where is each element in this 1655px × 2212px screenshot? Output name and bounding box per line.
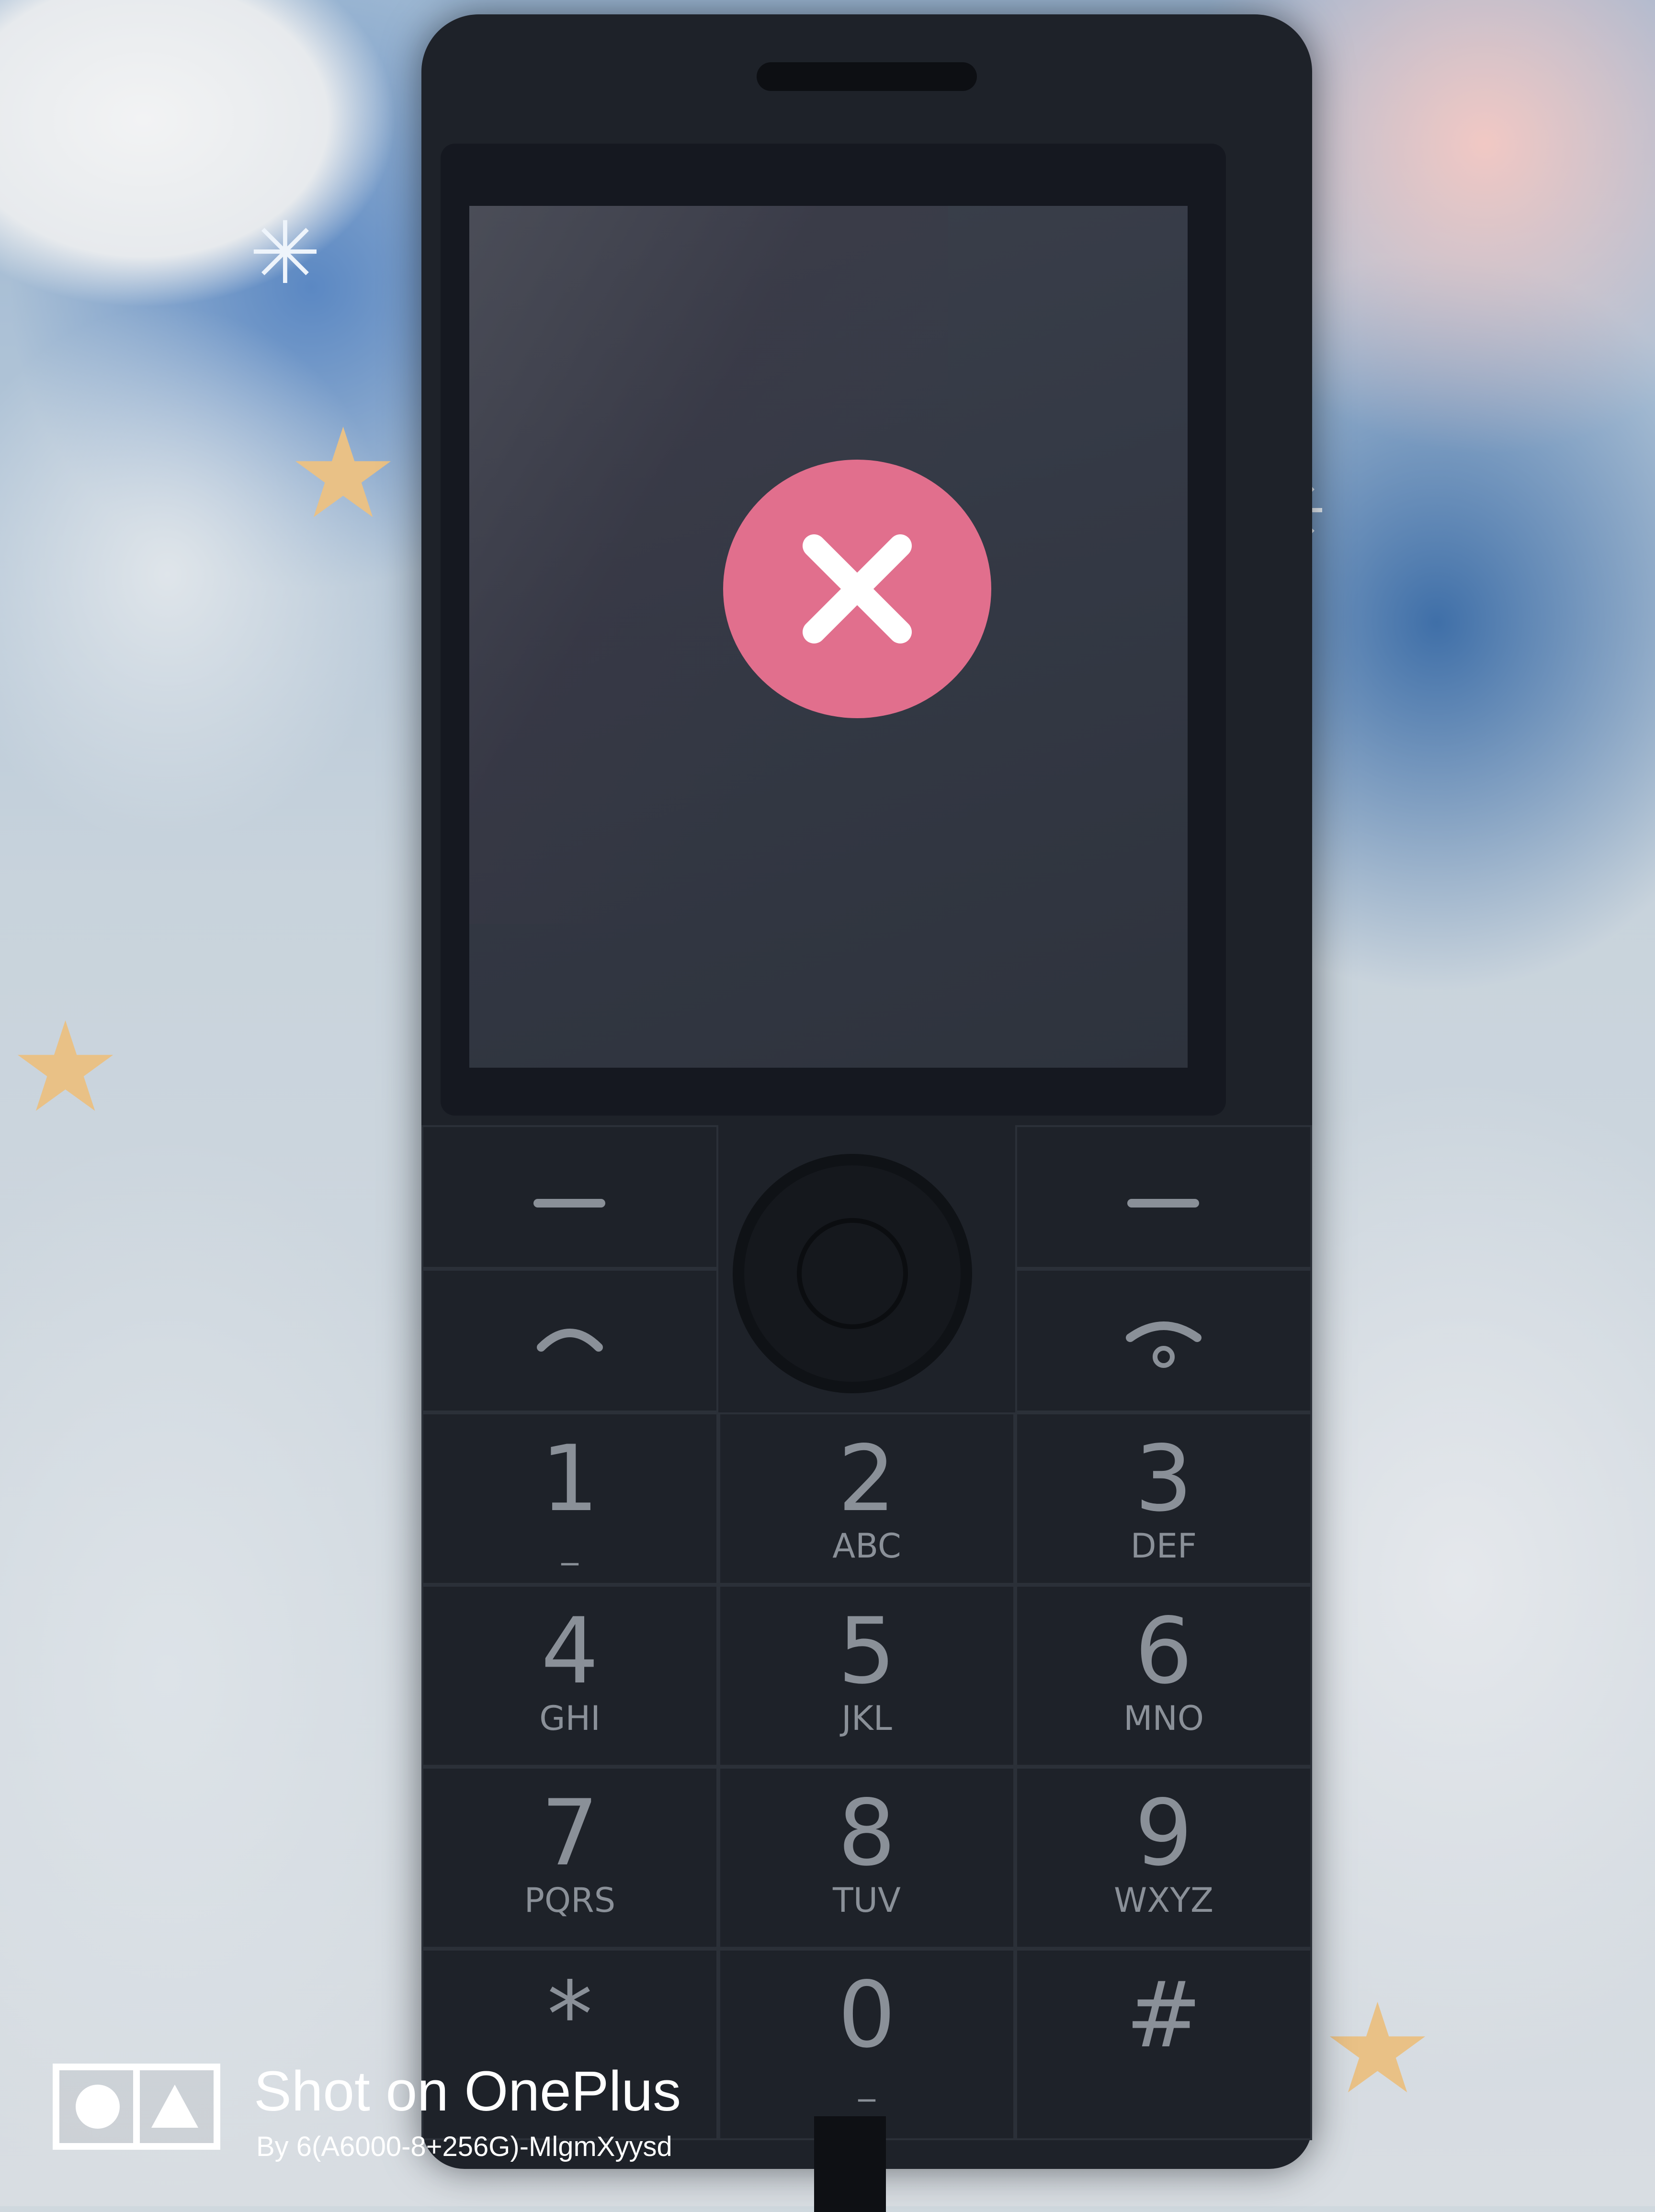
- navigation-dpad[interactable]: [733, 1154, 972, 1393]
- key-8[interactable]: 8 TUV: [718, 1767, 1015, 1949]
- close-icon: [803, 534, 912, 643]
- phone-call-icon: [537, 1329, 603, 1352]
- key-3[interactable]: 3 DEF: [1015, 1412, 1312, 1585]
- key-4[interactable]: 4 GHI: [421, 1585, 718, 1767]
- keypad: 1 _ 2 ABC 3 DEF 4 GHI 5 JKL 6 MNO 7 PQRS 8 TUV 9…: [421, 1125, 1312, 2169]
- star-decoration: ★: [10, 995, 122, 1140]
- softkey-bar-icon: [1127, 1199, 1199, 1208]
- star-decoration: ★: [287, 402, 399, 546]
- watermark-subtitle: By 6(A6000-8+256G)-MlgmXyysd: [256, 2131, 672, 2162]
- error-indicator: [723, 460, 991, 718]
- end-call-button[interactable]: [1015, 1269, 1312, 1412]
- key-6[interactable]: 6 MNO: [1015, 1585, 1312, 1767]
- star-decoration: ★: [1322, 1977, 1434, 2122]
- feature-phone: 1 _ 2 ABC 3 DEF 4 GHI 5 JKL 6 MNO 7 PQRS 8 TUV 9…: [421, 14, 1312, 2169]
- phone-screen: [469, 206, 1188, 1068]
- earpiece: [757, 62, 977, 91]
- left-softkey[interactable]: [421, 1125, 718, 1269]
- key-1[interactable]: 1 _: [421, 1412, 718, 1585]
- charging-cable: [814, 2116, 886, 2212]
- camera-logo-icon: [53, 2064, 220, 2150]
- key-0[interactable]: 0 _: [718, 1949, 1015, 2140]
- key-2[interactable]: 2 ABC: [718, 1412, 1015, 1585]
- sparkle-decoration: ✳: [249, 203, 321, 304]
- key-hash[interactable]: #: [1015, 1949, 1312, 2140]
- call-button[interactable]: [421, 1269, 718, 1412]
- phone-hangup-icon: [1126, 1321, 1202, 1368]
- screen-bezel: [441, 144, 1226, 1116]
- dpad-center-button[interactable]: [797, 1218, 908, 1329]
- softkey-bar-icon: [533, 1199, 605, 1208]
- watermark-title: Shot on OnePlus: [254, 2060, 681, 2123]
- key-7[interactable]: 7 PQRS: [421, 1767, 718, 1949]
- key-9[interactable]: 9 WXYZ: [1015, 1767, 1312, 1949]
- right-softkey[interactable]: [1015, 1125, 1312, 1269]
- key-5[interactable]: 5 JKL: [718, 1585, 1015, 1767]
